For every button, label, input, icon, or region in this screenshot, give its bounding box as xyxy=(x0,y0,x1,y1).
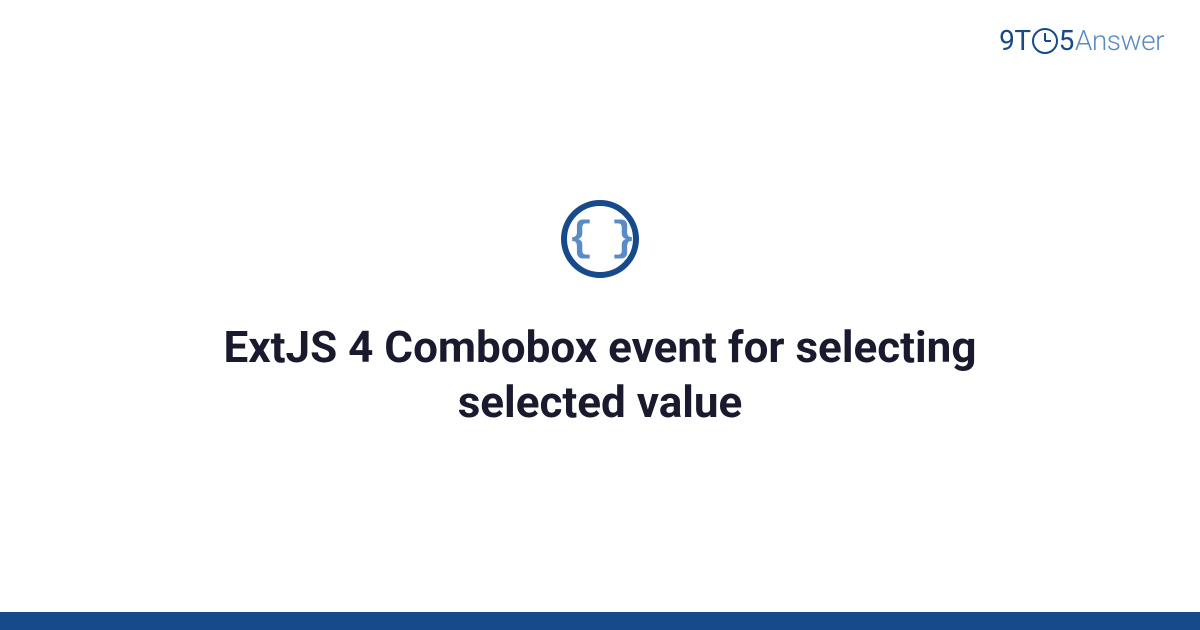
site-logo: 9 T 5 Answer xyxy=(999,24,1164,57)
icon-wrapper: { } xyxy=(60,200,1140,278)
page-title: ExtJS 4 Combobox event for selecting sel… xyxy=(150,320,1050,430)
code-braces-icon: { } xyxy=(561,200,639,278)
logo-nine: 9 xyxy=(999,24,1014,57)
logo-five: 5 xyxy=(1059,24,1074,57)
logo-answer: Answer xyxy=(1075,24,1164,57)
clock-icon xyxy=(1032,28,1058,54)
main-content: { } ExtJS 4 Combobox event for selecting… xyxy=(0,200,1200,430)
logo-t: T xyxy=(1014,24,1030,57)
bottom-accent-bar xyxy=(0,612,1200,630)
